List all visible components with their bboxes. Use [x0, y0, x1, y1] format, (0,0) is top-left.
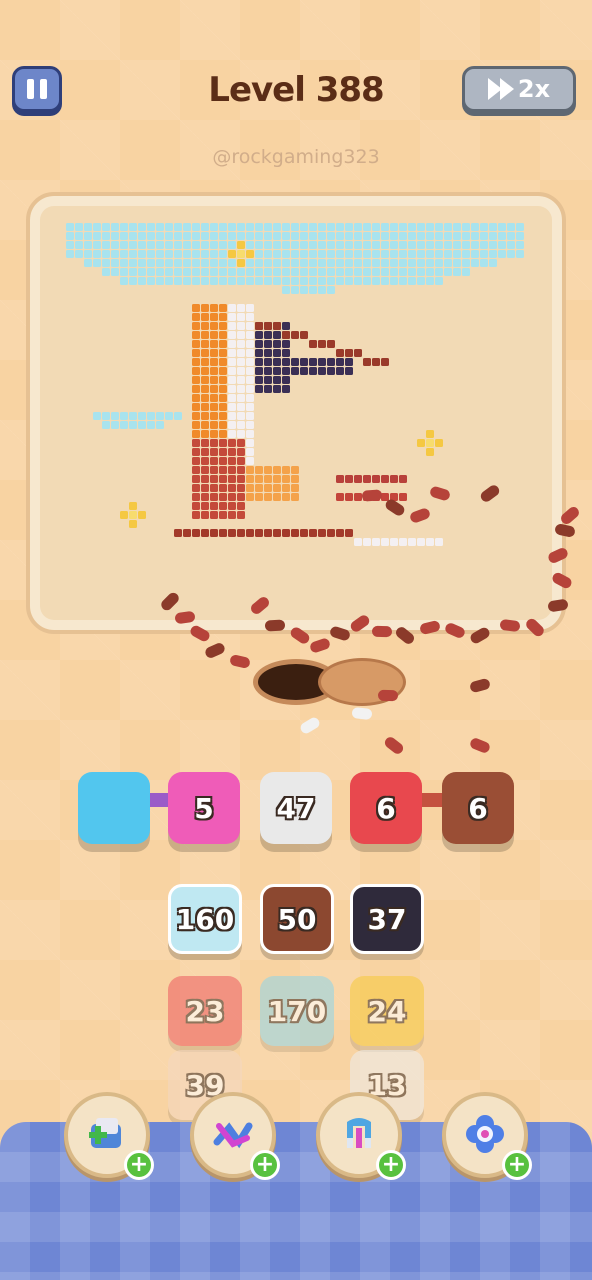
grid-tile[interactable]: 37	[350, 884, 424, 954]
queue-tile[interactable]: 6	[442, 772, 514, 844]
ant	[351, 706, 373, 721]
magnet-booster[interactable]: +	[316, 1092, 406, 1180]
queue-tile[interactable]	[78, 772, 150, 844]
pixel-art-board	[26, 192, 566, 634]
grid-tile[interactable]: 23	[168, 976, 242, 1046]
grid-tile[interactable]: 24	[350, 976, 424, 1046]
magnet-icon	[347, 1118, 371, 1148]
ant	[382, 735, 406, 756]
fast-forward-icon	[487, 78, 514, 100]
grid-tile[interactable]: 160	[168, 884, 242, 954]
ant	[264, 619, 286, 632]
ant	[308, 637, 332, 654]
add-booster-plus-icon[interactable]: +	[250, 1150, 280, 1180]
add-slot-booster[interactable]: +	[64, 1092, 154, 1180]
grid-tile[interactable]: 170	[260, 976, 334, 1046]
queue-tile[interactable]: 6	[350, 772, 422, 844]
ant	[371, 625, 393, 638]
queue-tile[interactable]: 47	[260, 772, 332, 844]
add-slot-icon	[89, 1118, 121, 1148]
ant	[377, 689, 399, 702]
watermark: @rockgaming323	[212, 146, 380, 168]
ant	[203, 641, 227, 660]
ant	[361, 489, 383, 502]
grid-tile[interactable]: 50	[260, 884, 334, 954]
add-booster-plus-icon[interactable]: +	[502, 1150, 532, 1180]
ant	[468, 677, 492, 694]
ant	[229, 653, 251, 670]
queue-tile[interactable]: 5	[168, 772, 240, 844]
add-booster-plus-icon[interactable]: +	[376, 1150, 406, 1180]
shuffle-booster[interactable]: +	[190, 1092, 280, 1180]
speed-button[interactable]: 2x	[462, 66, 576, 112]
freeze-booster[interactable]: +	[442, 1092, 532, 1180]
pixel-art	[66, 223, 524, 546]
ant	[468, 736, 492, 755]
add-booster-plus-icon[interactable]: +	[124, 1150, 154, 1180]
flower-icon	[466, 1115, 504, 1153]
shuffle-icon	[213, 1122, 253, 1149]
ant	[298, 715, 322, 736]
speed-label: 2x	[517, 75, 551, 103]
